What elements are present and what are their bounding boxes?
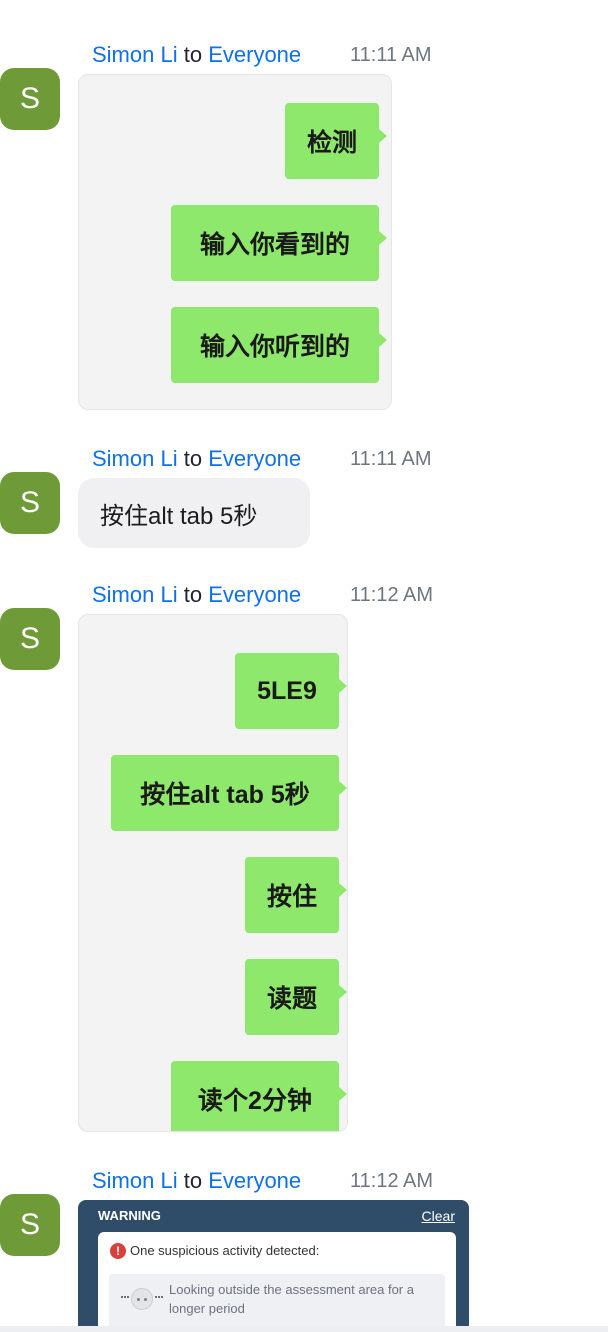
- chat-bubble: 输入你看到的: [171, 205, 387, 281]
- connector-text: to: [183, 1168, 203, 1193]
- bottom-divider: [0, 1326, 608, 1332]
- message-header: Simon Li to Everyone 11:11 AM: [92, 42, 432, 68]
- chat-bubble: 检测: [285, 103, 387, 179]
- text-message[interactable]: 按住alt tab 5秒: [78, 478, 310, 548]
- avatar[interactable]: S: [0, 68, 60, 130]
- chat-bubble: 读个2分钟: [171, 1061, 347, 1131]
- recipient-name[interactable]: Everyone: [208, 446, 301, 471]
- connector-text: to: [183, 582, 203, 607]
- timestamp: 11:11 AM: [350, 44, 432, 66]
- image-attachment[interactable]: 检测 输入你看到的 输入你听到的: [78, 74, 392, 410]
- message-header: Simon Li to Everyone 11:12 AM: [92, 582, 433, 608]
- sender-name[interactable]: Simon Li: [92, 1168, 178, 1193]
- message-header: Simon Li to Everyone 11:11 AM: [92, 446, 432, 472]
- chat-bubble: 按住alt tab 5秒: [111, 755, 347, 831]
- chat-panel: Simon Li to Everyone 11:11 AM S 检测 输入你看到…: [0, 0, 608, 1332]
- message-header: Simon Li to Everyone 11:12 AM: [92, 1168, 433, 1194]
- sender-name[interactable]: Simon Li: [92, 42, 178, 67]
- avatar[interactable]: S: [0, 608, 60, 670]
- timestamp: 11:12 AM: [350, 1170, 434, 1192]
- connector-text: to: [183, 446, 203, 471]
- avatar[interactable]: S: [0, 1194, 60, 1256]
- face-icon: [131, 1288, 153, 1310]
- timestamp: 11:12 AM: [350, 584, 434, 606]
- avatar[interactable]: S: [0, 472, 60, 534]
- image-attachment[interactable]: 5LE9 按住alt tab 5秒 按住 读题 读个2分钟: [78, 614, 348, 1132]
- clear-link: Clear: [421, 1208, 455, 1224]
- activity-description: Looking outside the assessment area for …: [169, 1282, 414, 1316]
- warning-screenshot[interactable]: WARNING Clear ! One suspicious activity …: [78, 1200, 469, 1332]
- timestamp: 11:11 AM: [350, 448, 432, 470]
- recipient-name[interactable]: Everyone: [208, 1168, 301, 1193]
- alert-icon: !: [110, 1243, 126, 1259]
- sender-name[interactable]: Simon Li: [92, 446, 178, 471]
- chat-bubble: 5LE9: [235, 653, 347, 729]
- recipient-name[interactable]: Everyone: [208, 42, 301, 67]
- warning-card: ! One suspicious activity detected: Look…: [98, 1232, 456, 1332]
- warning-message: One suspicious activity detected:: [130, 1243, 320, 1258]
- sender-name[interactable]: Simon Li: [92, 582, 178, 607]
- eye-movement-icon: [155, 1296, 163, 1298]
- chat-bubble: 读题: [245, 959, 347, 1035]
- warning-title: WARNING: [98, 1208, 161, 1223]
- eye-movement-icon: [121, 1296, 129, 1298]
- recipient-name[interactable]: Everyone: [208, 582, 301, 607]
- chat-bubble: 按住: [245, 857, 347, 933]
- activity-item: Looking outside the assessment area for …: [109, 1274, 445, 1332]
- chat-bubble: 输入你听到的: [171, 307, 387, 383]
- connector-text: to: [183, 42, 203, 67]
